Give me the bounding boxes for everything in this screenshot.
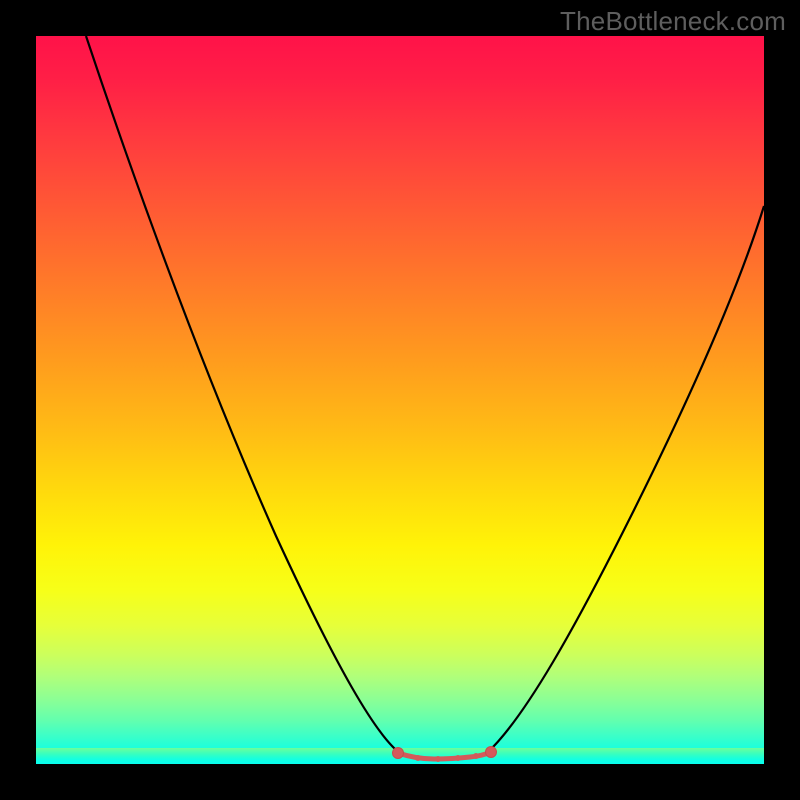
watermark-text: TheBottleneck.com — [560, 6, 786, 37]
valley-marker-right — [486, 747, 497, 758]
curve-right-branch — [488, 206, 764, 752]
valley-marker-2 — [415, 755, 421, 761]
plot-area — [36, 36, 764, 764]
curve-left-branch — [86, 36, 401, 754]
valley-marker-5 — [473, 753, 479, 759]
valley-marker-left — [393, 748, 404, 759]
valley-marker-3 — [435, 756, 441, 762]
chart-frame: TheBottleneck.com — [0, 0, 800, 800]
curve-layer — [36, 36, 764, 764]
valley-marker-4 — [455, 755, 461, 761]
